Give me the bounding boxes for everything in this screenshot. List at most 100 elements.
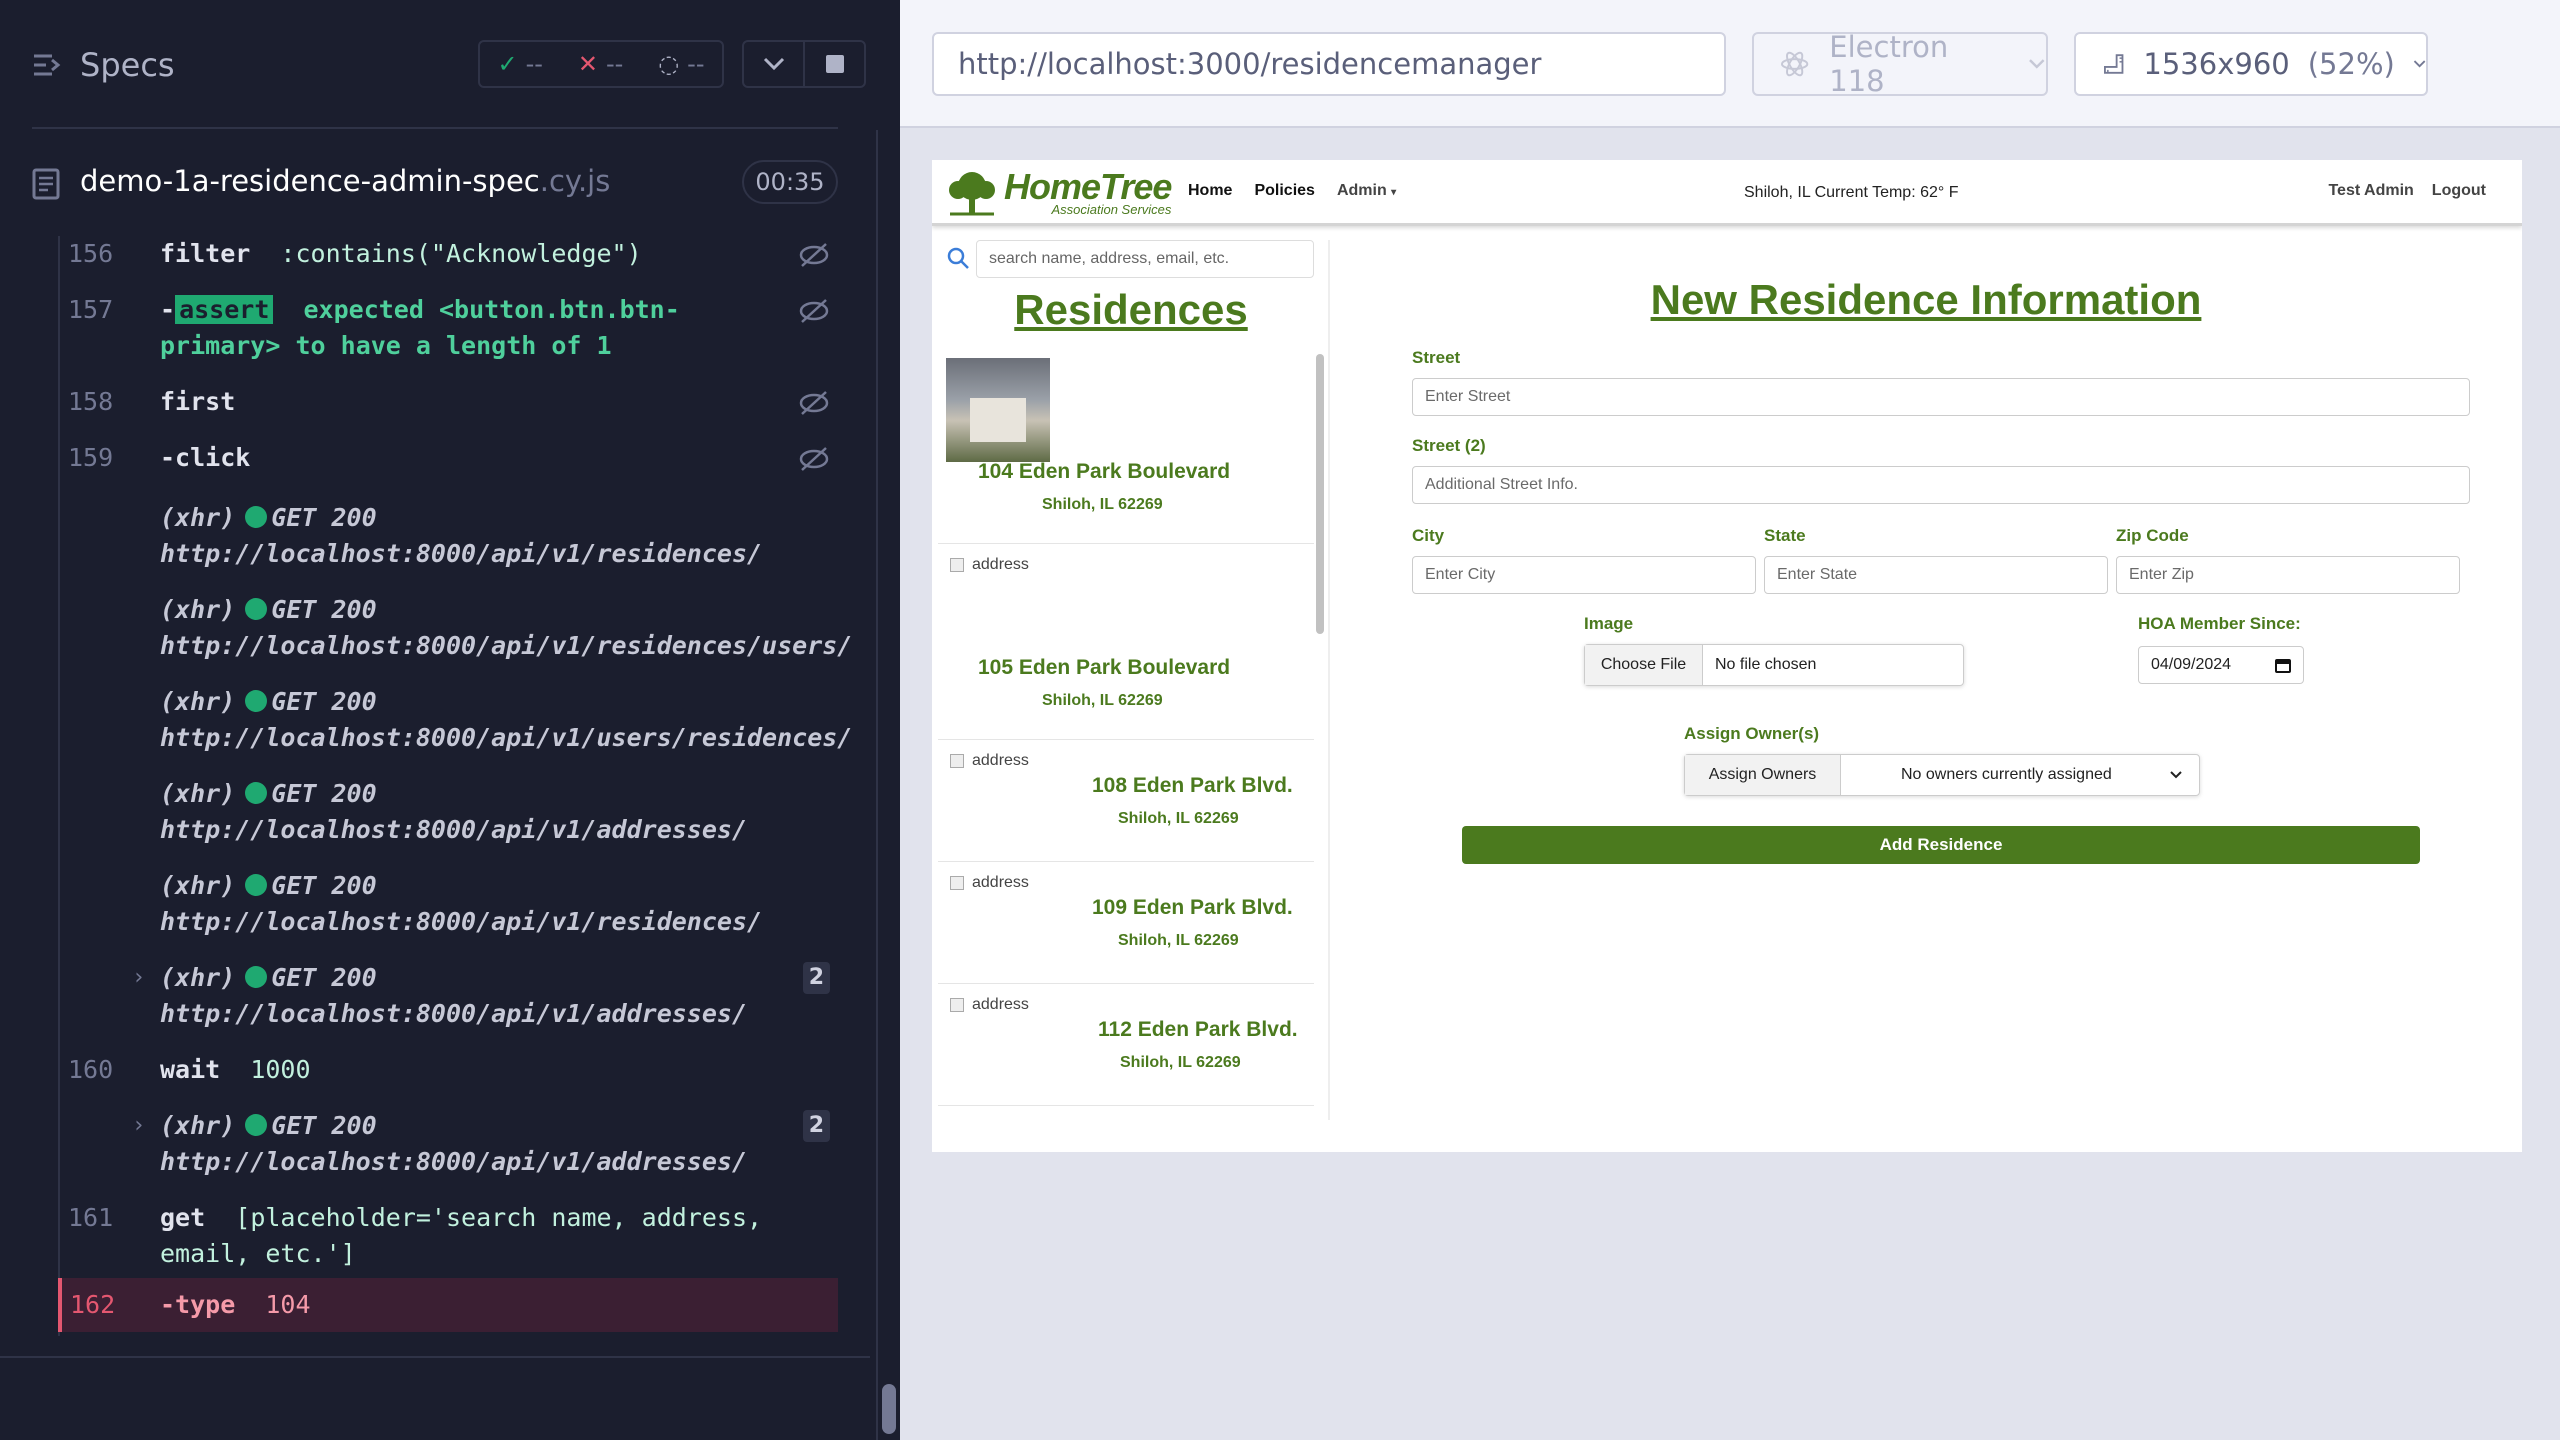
specs-list-icon	[34, 54, 61, 76]
assign-owners-button[interactable]: Assign Owners	[1685, 755, 1841, 795]
eye-slash-icon	[799, 391, 829, 415]
reporter-scrollbar[interactable]	[876, 130, 900, 1440]
logout-link[interactable]: Logout	[2432, 182, 2486, 200]
divider	[0, 1356, 870, 1358]
residence-list-scrollbar[interactable]	[1316, 348, 1324, 1126]
eye-slash-icon	[799, 243, 829, 267]
app-navbar: HomeTree Association Services Home Polic…	[932, 160, 2522, 226]
command-row[interactable]: 156 filter :contains("Acknowledge")	[60, 236, 840, 272]
residences-heading: Residences	[1014, 286, 1248, 333]
chevron-down-icon	[763, 57, 784, 71]
list-item[interactable]: 104 Eden Park Boulevard Shiloh, IL 62269	[938, 348, 1314, 544]
street-input[interactable]: Enter Street	[1412, 378, 2470, 416]
residence-list: 104 Eden Park Boulevard Shiloh, IL 62269…	[938, 348, 1314, 1126]
hometree-logo[interactable]: HomeTree Association Services	[946, 168, 1172, 217]
zip-label: Zip Code	[2116, 526, 2189, 545]
command-row[interactable]: 158 first	[60, 384, 840, 420]
status-dot	[245, 1114, 268, 1136]
status-dot	[245, 874, 268, 896]
check-icon: ✓	[497, 50, 518, 78]
add-residence-button[interactable]: Add Residence	[1462, 826, 2420, 864]
passed-stat: ✓ --	[497, 50, 543, 78]
divider	[32, 127, 838, 129]
command-row[interactable]: 160 wait 1000	[60, 1052, 840, 1088]
list-item[interactable]: address 105 Eden Park Boulevard Shiloh, …	[938, 544, 1314, 740]
specs-button[interactable]: Specs	[32, 46, 175, 84]
xhr-row[interactable]: (xhr) GET 200 http://localhost:8000/api/v1…	[60, 776, 840, 848]
xhr-row[interactable]: (xhr) GET 200 http://localhost:8000/api/v1…	[60, 592, 852, 664]
stop-icon	[825, 55, 844, 73]
request-count-badge: 2	[802, 962, 830, 994]
tree-icon	[949, 171, 995, 215]
search-input[interactable]: search name, address, email, etc.	[976, 240, 1314, 278]
pending-stat: ◌ --	[658, 50, 705, 78]
city-input[interactable]: Enter City	[1412, 556, 1756, 594]
eye-slash-icon	[799, 299, 829, 323]
list-item[interactable]: address 109 Eden Park Blvd. Shiloh, IL 6…	[938, 862, 1314, 984]
broken-image: address	[950, 996, 1029, 1014]
zip-input[interactable]: Enter Zip	[2116, 556, 2460, 594]
x-icon: ✕	[577, 50, 598, 78]
chevron-right-icon[interactable]: ›	[132, 1108, 145, 1144]
aut-runner: http://localhost:3000/residencemanager E…	[900, 0, 2560, 1440]
browser-selector[interactable]: Electron 118	[1752, 30, 2048, 98]
calendar-icon[interactable]	[2275, 657, 2291, 673]
stop-button[interactable]	[805, 42, 864, 86]
street2-input[interactable]: Additional Street Info.	[1412, 466, 2470, 504]
owners-select[interactable]: No owners currently assigned	[1841, 755, 2199, 795]
url-bar[interactable]: http://localhost:3000/residencemanager	[932, 32, 1726, 96]
spec-row[interactable]: demo-1a-residence-admin-spec.cy.js 00:35	[0, 150, 900, 216]
xhr-row[interactable]: (xhr) GET 200 http://localhost:8000/api/v1…	[60, 500, 840, 572]
list-item[interactable]: address 108 Eden Park Blvd. Shiloh, IL 6…	[938, 740, 1314, 862]
street2-label: Street (2)	[1412, 436, 1486, 455]
assign-owners-group: Assign Owners No owners currently assign…	[1684, 754, 2200, 796]
scrollbar-thumb[interactable]	[1316, 354, 1324, 634]
pending-icon: ◌	[658, 50, 680, 78]
broken-image: address	[950, 874, 1029, 892]
city-label: City	[1412, 526, 1445, 545]
form-title: New Residence Information	[1650, 276, 2202, 323]
command-row[interactable]: 159 -click	[60, 440, 840, 476]
chevron-down-icon	[2029, 59, 2045, 69]
xhr-row[interactable]: › (xhr) GET 200 http://localhost:8000/api/…	[60, 1108, 840, 1180]
nav-policies[interactable]: Policies	[1254, 182, 1314, 200]
residence-photo	[946, 358, 1050, 462]
status-dot	[245, 782, 268, 804]
list-item[interactable]: address 112 Eden Park Blvd. Shiloh, IL 6…	[938, 984, 1314, 1106]
xhr-row[interactable]: (xhr) GET 200 http://localhost:8000/api/v1…	[60, 868, 840, 940]
nav-admin-dropdown[interactable]: Admin ▾	[1337, 182, 1396, 200]
current-temp: Shiloh, IL Current Temp: 62° F	[1744, 184, 1959, 201]
expand-toggle-button[interactable]	[744, 42, 805, 86]
failed-stat: ✕ --	[577, 50, 624, 78]
file-status: No file chosen	[1715, 656, 1817, 673]
hoa-date-input[interactable]: 04/09/2024	[2138, 646, 2304, 684]
reporter-header: Specs ✓ -- ✕ -- ◌ --	[0, 0, 900, 130]
xhr-row[interactable]: › (xhr) GET 200 http://localhost:8000/api/…	[60, 960, 840, 1032]
divider	[1328, 240, 1330, 1120]
state-label: State	[1764, 526, 1806, 545]
xhr-row[interactable]: (xhr) GET 200 http://localhost:8000/api/v1…	[60, 684, 852, 756]
command-row-active[interactable]: 162 -type 104	[58, 1278, 838, 1332]
state-input[interactable]: Enter State	[1764, 556, 2108, 594]
choose-file-button[interactable]: Choose File	[1585, 645, 1703, 685]
scrollbar-thumb[interactable]	[882, 1384, 896, 1434]
image-file-input[interactable]: Choose File No file chosen	[1584, 644, 1964, 686]
chevron-right-icon[interactable]: ›	[132, 960, 145, 996]
chevron-down-icon	[2170, 771, 2182, 779]
status-dot	[245, 966, 268, 988]
file-icon	[32, 168, 60, 200]
search-icon	[947, 247, 969, 269]
assert-badge: assert	[175, 295, 274, 324]
hoa-label: HOA Member Since:	[2138, 614, 2301, 633]
broken-image: address	[950, 556, 1029, 574]
command-row[interactable]: 161 get [placeholder='search name, addre…	[60, 1200, 840, 1272]
status-dot	[245, 506, 268, 528]
status-dot	[245, 598, 268, 620]
app-under-test: HomeTree Association Services Home Polic…	[932, 160, 2522, 1152]
command-row[interactable]: 157 - assert expected <button.btn.btn-pri…	[60, 292, 840, 364]
test-stats: ✓ -- ✕ -- ◌ --	[478, 40, 724, 88]
nav-home[interactable]: Home	[1188, 182, 1232, 200]
caret-down-icon: ▾	[1391, 187, 1397, 198]
viewport-selector[interactable]: 1536x960 (52%)	[2074, 32, 2428, 96]
user-name[interactable]: Test Admin	[2328, 182, 2413, 200]
